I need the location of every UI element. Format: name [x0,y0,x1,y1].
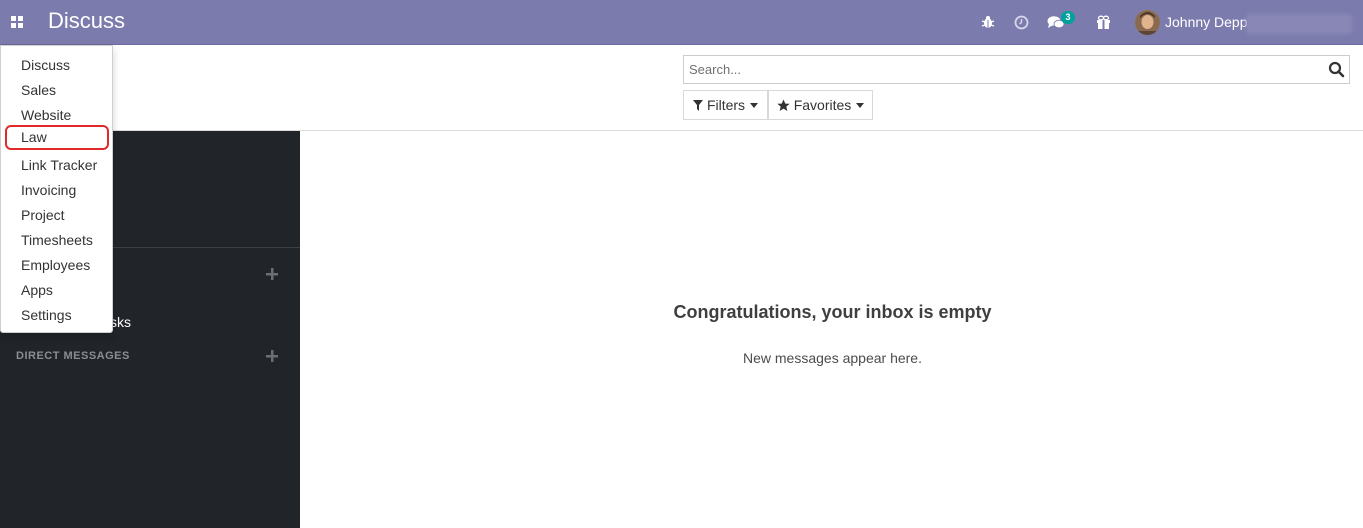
search-box [683,55,1350,84]
favorites-label: Favorites [793,97,852,113]
top-navbar: Discuss 3 Johnny Depp [0,0,1363,45]
add-channel-icon[interactable] [266,267,280,281]
messages-count-badge: 3 [1061,11,1075,24]
message-thread-area: Congratulations, your inbox is empty New… [300,131,1363,528]
filters-button[interactable]: Filters [683,90,768,120]
search-icon[interactable] [1328,61,1346,79]
filter-funnel-icon [692,99,703,111]
activity-clock-icon[interactable] [1010,11,1032,33]
menu-item-employees[interactable]: Employees [5,253,109,278]
star-icon [777,99,790,111]
chevron-down-icon [856,102,865,108]
control-panel: Filters Favorites [0,45,1363,131]
filters-label: Filters [706,97,746,113]
menu-item-apps[interactable]: Apps [5,278,109,303]
add-direct-message-icon[interactable] [266,349,280,363]
user-name: Johnny Depp [1165,14,1248,30]
app-title: Discuss [48,8,126,33]
apps-menu-toggle[interactable] [4,8,30,36]
menu-item-invoicing[interactable]: Invoicing [5,178,109,203]
menu-item-settings[interactable]: Settings [5,303,109,328]
sidebar-item-partial[interactable]: sks [110,314,131,330]
menu-item-link-tracker[interactable]: Link Tracker [5,153,109,178]
company-name-blurred [1246,14,1352,34]
grid-icon [11,16,23,28]
menu-item-timesheets[interactable]: Timesheets [5,228,109,253]
user-menu[interactable]: Johnny Depp [1135,9,1248,35]
search-input[interactable] [684,56,1320,83]
empty-inbox-title: Congratulations, your inbox is empty [673,302,992,322]
menu-item-law[interactable]: Law [5,125,109,150]
favorites-button[interactable]: Favorites [768,90,873,120]
menu-item-discuss[interactable]: Discuss [5,53,109,78]
direct-messages-header: DIRECT MESSAGES [16,350,130,362]
apps-dropdown-menu: Discuss Sales Website Law Link Tracker I… [0,45,113,333]
menu-item-sales[interactable]: Sales [5,78,109,103]
chevron-down-icon [750,102,759,108]
user-avatar [1135,9,1160,35]
empty-inbox-subtitle: New messages appear here. [743,350,922,366]
debug-bug-icon[interactable] [977,11,999,33]
menu-item-project[interactable]: Project [5,203,109,228]
gift-icon[interactable] [1092,11,1114,33]
